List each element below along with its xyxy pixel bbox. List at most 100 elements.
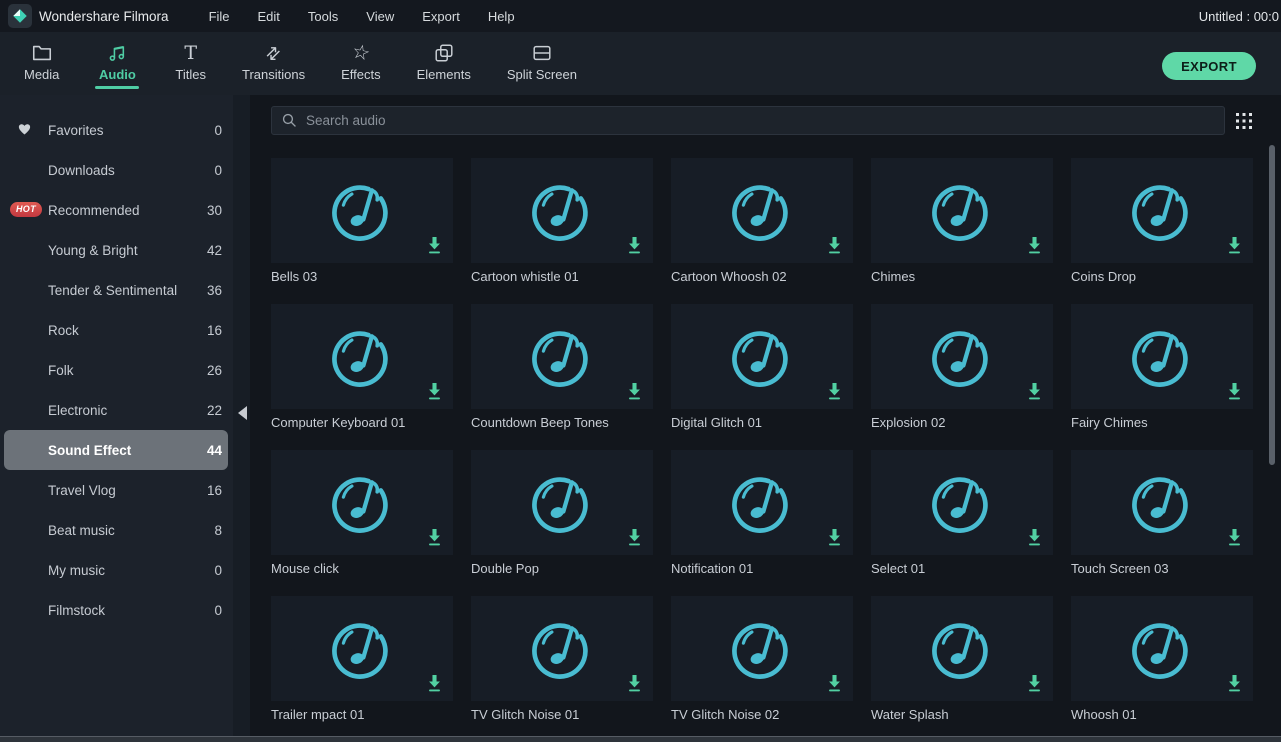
audio-thumbnail[interactable] [471,158,653,263]
music-note-circle-icon [928,615,996,683]
download-icon[interactable] [826,527,843,548]
download-icon[interactable] [626,527,643,548]
download-icon[interactable] [1026,235,1043,256]
audio-card[interactable]: Explosion 02 [871,304,1053,450]
download-icon[interactable] [1026,381,1043,402]
tab-split-screen[interactable]: Split Screen [507,32,577,89]
sidebar-item[interactable]: Favorites 0 [4,110,228,150]
audio-thumbnail[interactable] [471,450,653,555]
download-icon[interactable] [826,673,843,694]
audio-thumbnail[interactable] [871,158,1053,263]
sidebar-item-label: Rock [48,323,207,338]
audio-card-label: Chimes [871,269,1053,284]
download-icon[interactable] [1226,381,1243,402]
sidebar-item[interactable]: My music 0 [4,550,228,590]
sidebar-collapse-icon[interactable] [238,406,247,420]
audio-thumbnail[interactable] [671,450,853,555]
music-note-circle-icon [528,615,596,683]
audio-thumbnail[interactable] [271,158,453,263]
sidebar-item[interactable]: HOT Recommended 30 [4,190,228,230]
menu-export[interactable]: Export [422,9,460,24]
audio-card[interactable]: TV Glitch Noise 02 [671,596,853,742]
audio-card[interactable]: Bells 03 [271,158,453,304]
audio-thumbnail[interactable] [671,304,853,409]
audio-thumbnail[interactable] [871,596,1053,701]
sidebar-item[interactable]: Travel Vlog 16 [4,470,228,510]
audio-thumbnail[interactable] [471,596,653,701]
menu-edit[interactable]: Edit [258,9,280,24]
download-icon[interactable] [426,381,443,402]
audio-card[interactable]: Trailer mpact 01 [271,596,453,742]
audio-card[interactable]: Water Splash [871,596,1053,742]
download-icon[interactable] [1026,673,1043,694]
tab-audio[interactable]: Audio [95,32,139,89]
sidebar-item[interactable]: Tender & Sentimental 36 [4,270,228,310]
download-icon[interactable] [426,673,443,694]
audio-card-label: Mouse click [271,561,453,576]
audio-thumbnail[interactable] [271,596,453,701]
sidebar-item[interactable]: Rock 16 [4,310,228,350]
swap-arrows-icon: ⇄ [266,41,280,65]
audio-card[interactable]: Notification 01 [671,450,853,596]
audio-thumbnail[interactable] [1071,596,1253,701]
audio-thumbnail[interactable] [1071,450,1253,555]
menu-help[interactable]: Help [488,9,515,24]
sidebar-item[interactable]: Filmstock 0 [4,590,228,630]
sidebar-item[interactable]: Sound Effect 44 [4,430,228,470]
audio-card[interactable]: Touch Screen 03 [1071,450,1253,596]
tab-media[interactable]: Media [24,32,59,89]
download-icon[interactable] [1226,527,1243,548]
download-icon[interactable] [1226,235,1243,256]
menu-file[interactable]: File [209,9,230,24]
vertical-scrollbar[interactable] [1269,145,1275,465]
audio-card[interactable]: Chimes [871,158,1053,304]
audio-card[interactable]: Whoosh 01 [1071,596,1253,742]
download-icon[interactable] [426,235,443,256]
audio-card[interactable]: Computer Keyboard 01 [271,304,453,450]
audio-card[interactable]: Mouse click [271,450,453,596]
audio-card[interactable]: Fairy Chimes [1071,304,1253,450]
sidebar-item-count: 44 [207,443,222,458]
grid-view-icon[interactable] [1235,112,1253,130]
download-icon[interactable] [626,381,643,402]
sidebar-item[interactable]: Beat music 8 [4,510,228,550]
music-note-circle-icon [928,469,996,537]
audio-thumbnail[interactable] [1071,304,1253,409]
sidebar-item[interactable]: Downloads 0 [4,150,228,190]
audio-thumbnail[interactable] [471,304,653,409]
menu-view[interactable]: View [366,9,394,24]
tab-elements[interactable]: Elements [417,32,471,89]
download-icon[interactable] [626,673,643,694]
audio-card[interactable]: Cartoon whistle 01 [471,158,653,304]
export-button[interactable]: EXPORT [1162,52,1256,80]
download-icon[interactable] [626,235,643,256]
download-icon[interactable] [426,527,443,548]
audio-thumbnail[interactable] [871,304,1053,409]
audio-card[interactable]: Cartoon Whoosh 02 [671,158,853,304]
menu-tools[interactable]: Tools [308,9,338,24]
audio-thumbnail[interactable] [1071,158,1253,263]
search-input[interactable] [306,113,1224,128]
audio-card[interactable]: Digital Glitch 01 [671,304,853,450]
download-icon[interactable] [1226,673,1243,694]
audio-card[interactable]: Double Pop [471,450,653,596]
download-icon[interactable] [826,235,843,256]
download-icon[interactable] [826,381,843,402]
audio-thumbnail[interactable] [671,158,853,263]
download-icon[interactable] [1026,527,1043,548]
audio-thumbnail[interactable] [271,304,453,409]
audio-card[interactable]: TV Glitch Noise 01 [471,596,653,742]
audio-thumbnail[interactable] [871,450,1053,555]
audio-card[interactable]: Coins Drop [1071,158,1253,304]
audio-thumbnail[interactable] [671,596,853,701]
audio-card[interactable]: Countdown Beep Tones [471,304,653,450]
tab-effects[interactable]: ☆ Effects [341,32,381,89]
sidebar-item[interactable]: Young & Bright 42 [4,230,228,270]
audio-thumbnail[interactable] [271,450,453,555]
tab-transitions[interactable]: ⇄ Transitions [242,32,305,89]
tab-titles[interactable]: T Titles [175,32,206,89]
audio-card[interactable]: Select 01 [871,450,1053,596]
panel-divider[interactable] [0,736,1281,742]
sidebar-item[interactable]: Folk 26 [4,350,228,390]
sidebar-item[interactable]: Electronic 22 [4,390,228,430]
